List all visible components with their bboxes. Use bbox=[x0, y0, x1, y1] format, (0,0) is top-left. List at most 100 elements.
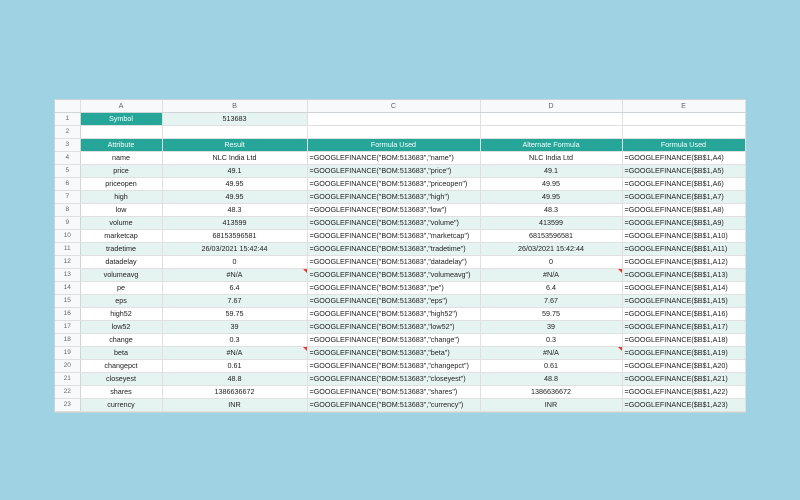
row-header[interactable]: 4 bbox=[55, 151, 81, 165]
result-cell[interactable]: INR bbox=[162, 398, 308, 412]
cell-a2[interactable] bbox=[80, 125, 163, 139]
attribute-cell[interactable]: volume bbox=[80, 216, 163, 230]
attribute-cell[interactable]: pe bbox=[80, 281, 163, 295]
column-header-b[interactable]: B bbox=[162, 100, 308, 113]
alternate-formula-cell[interactable]: =GOOGLEFINANCE($B$1,A15) bbox=[622, 294, 746, 308]
attribute-cell[interactable]: high52 bbox=[80, 307, 163, 321]
row-header[interactable]: 18 bbox=[55, 333, 81, 347]
alternate-result-cell[interactable]: 49.95 bbox=[480, 190, 623, 204]
formula-cell[interactable]: =GOOGLEFINANCE("BOM:513683","change") bbox=[307, 333, 481, 347]
cell-c2[interactable] bbox=[307, 125, 481, 139]
formula-cell[interactable]: =GOOGLEFINANCE("BOM:513683","low52") bbox=[307, 320, 481, 334]
cell-d1[interactable] bbox=[480, 112, 623, 126]
row-header[interactable]: 12 bbox=[55, 255, 81, 269]
attribute-cell[interactable]: eps bbox=[80, 294, 163, 308]
row-header-2[interactable]: 2 bbox=[55, 125, 81, 139]
alternate-result-cell[interactable]: 39 bbox=[480, 320, 623, 334]
alternate-result-cell[interactable]: 49.95 bbox=[480, 177, 623, 191]
attribute-cell[interactable]: shares bbox=[80, 385, 163, 399]
result-cell[interactable]: 49.1 bbox=[162, 164, 308, 178]
alternate-formula-cell[interactable]: =GOOGLEFINANCE($B$1,A17) bbox=[622, 320, 746, 334]
result-cell[interactable]: NLC India Ltd bbox=[162, 151, 308, 165]
alternate-result-cell[interactable]: #N/A bbox=[480, 268, 623, 282]
column-header-e[interactable]: E bbox=[622, 100, 746, 113]
cell-e1[interactable] bbox=[622, 112, 746, 126]
row-header[interactable]: 19 bbox=[55, 346, 81, 360]
result-cell[interactable]: 39 bbox=[162, 320, 308, 334]
formula-cell[interactable]: =GOOGLEFINANCE("BOM:513683","shares") bbox=[307, 385, 481, 399]
row-header[interactable]: 8 bbox=[55, 203, 81, 217]
formula-cell[interactable]: =GOOGLEFINANCE("BOM:513683","tradetime") bbox=[307, 242, 481, 256]
formula-cell[interactable]: =GOOGLEFINANCE("BOM:513683","eps") bbox=[307, 294, 481, 308]
row-header[interactable]: 21 bbox=[55, 372, 81, 386]
formula-cell[interactable]: =GOOGLEFINANCE("BOM:513683","priceopen") bbox=[307, 177, 481, 191]
row-header-3[interactable]: 3 bbox=[55, 138, 81, 152]
alternate-result-cell[interactable]: 49.1 bbox=[480, 164, 623, 178]
attribute-cell[interactable]: change bbox=[80, 333, 163, 347]
row-header[interactable]: 9 bbox=[55, 216, 81, 230]
alternate-formula-cell[interactable]: =GOOGLEFINANCE($B$1,A16) bbox=[622, 307, 746, 321]
header-formula-used[interactable]: Formula Used bbox=[307, 138, 481, 152]
cell-b1-symbol-value[interactable]: 513683 bbox=[162, 112, 308, 126]
result-cell[interactable]: 48.3 bbox=[162, 203, 308, 217]
alternate-formula-cell[interactable]: =GOOGLEFINANCE($B$1,A18) bbox=[622, 333, 746, 347]
header-attribute[interactable]: Attribute bbox=[80, 138, 163, 152]
row-header[interactable]: 23 bbox=[55, 398, 81, 412]
formula-cell[interactable]: =GOOGLEFINANCE("BOM:513683","high") bbox=[307, 190, 481, 204]
alternate-formula-cell[interactable]: =GOOGLEFINANCE($B$1,A23) bbox=[622, 398, 746, 412]
result-cell[interactable]: 26/03/2021 15:42:44 bbox=[162, 242, 308, 256]
cell-e2[interactable] bbox=[622, 125, 746, 139]
result-cell[interactable]: #N/A bbox=[162, 346, 308, 360]
alternate-result-cell[interactable]: 48.3 bbox=[480, 203, 623, 217]
result-cell[interactable]: #N/A bbox=[162, 268, 308, 282]
alternate-result-cell[interactable]: 68153596581 bbox=[480, 229, 623, 243]
alternate-result-cell[interactable]: 0.61 bbox=[480, 359, 623, 373]
formula-cell[interactable]: =GOOGLEFINANCE("BOM:513683","price") bbox=[307, 164, 481, 178]
row-header-1[interactable]: 1 bbox=[55, 112, 81, 126]
header-result[interactable]: Result bbox=[162, 138, 308, 152]
alternate-result-cell[interactable]: INR bbox=[480, 398, 623, 412]
result-cell[interactable]: 68153596581 bbox=[162, 229, 308, 243]
alternate-formula-cell[interactable]: =GOOGLEFINANCE($B$1,A5) bbox=[622, 164, 746, 178]
attribute-cell[interactable]: volumeavg bbox=[80, 268, 163, 282]
result-cell[interactable]: 413599 bbox=[162, 216, 308, 230]
result-cell[interactable]: 0.3 bbox=[162, 333, 308, 347]
cell-d2[interactable] bbox=[480, 125, 623, 139]
alternate-formula-cell[interactable]: =GOOGLEFINANCE($B$1,A22) bbox=[622, 385, 746, 399]
row-header[interactable]: 11 bbox=[55, 242, 81, 256]
alternate-result-cell[interactable]: 413599 bbox=[480, 216, 623, 230]
result-cell[interactable]: 49.95 bbox=[162, 177, 308, 191]
alternate-result-cell[interactable]: 7.67 bbox=[480, 294, 623, 308]
column-header-d[interactable]: D bbox=[480, 100, 623, 113]
alternate-result-cell[interactable]: 48.8 bbox=[480, 372, 623, 386]
formula-cell[interactable]: =GOOGLEFINANCE("BOM:513683","pe") bbox=[307, 281, 481, 295]
header-alternate-formula[interactable]: Alternate Formula bbox=[480, 138, 623, 152]
formula-cell[interactable]: =GOOGLEFINANCE("BOM:513683","changepct") bbox=[307, 359, 481, 373]
alternate-formula-cell[interactable]: =GOOGLEFINANCE($B$1,A21) bbox=[622, 372, 746, 386]
alternate-formula-cell[interactable]: =GOOGLEFINANCE($B$1,A6) bbox=[622, 177, 746, 191]
attribute-cell[interactable]: closeyest bbox=[80, 372, 163, 386]
formula-cell[interactable]: =GOOGLEFINANCE("BOM:513683","beta") bbox=[307, 346, 481, 360]
result-cell[interactable]: 6.4 bbox=[162, 281, 308, 295]
alternate-result-cell[interactable]: 1386636672 bbox=[480, 385, 623, 399]
alternate-result-cell[interactable]: #N/A bbox=[480, 346, 623, 360]
row-header[interactable]: 20 bbox=[55, 359, 81, 373]
attribute-cell[interactable]: tradetime bbox=[80, 242, 163, 256]
result-cell[interactable]: 49.95 bbox=[162, 190, 308, 204]
attribute-cell[interactable]: price bbox=[80, 164, 163, 178]
alternate-formula-cell[interactable]: =GOOGLEFINANCE($B$1,A20) bbox=[622, 359, 746, 373]
attribute-cell[interactable]: low bbox=[80, 203, 163, 217]
row-header[interactable]: 13 bbox=[55, 268, 81, 282]
formula-cell[interactable]: =GOOGLEFINANCE("BOM:513683","currency") bbox=[307, 398, 481, 412]
formula-cell[interactable]: =GOOGLEFINANCE("BOM:513683","volumeavg") bbox=[307, 268, 481, 282]
alternate-formula-cell[interactable]: =GOOGLEFINANCE($B$1,A8) bbox=[622, 203, 746, 217]
attribute-cell[interactable]: marketcap bbox=[80, 229, 163, 243]
cell-b2[interactable] bbox=[162, 125, 308, 139]
row-header[interactable]: 10 bbox=[55, 229, 81, 243]
attribute-cell[interactable]: name bbox=[80, 151, 163, 165]
attribute-cell[interactable]: currency bbox=[80, 398, 163, 412]
alternate-formula-cell[interactable]: =GOOGLEFINANCE($B$1,A19) bbox=[622, 346, 746, 360]
formula-cell[interactable]: =GOOGLEFINANCE("BOM:513683","volume") bbox=[307, 216, 481, 230]
column-header-c[interactable]: C bbox=[307, 100, 481, 113]
alternate-formula-cell[interactable]: =GOOGLEFINANCE($B$1,A4) bbox=[622, 151, 746, 165]
